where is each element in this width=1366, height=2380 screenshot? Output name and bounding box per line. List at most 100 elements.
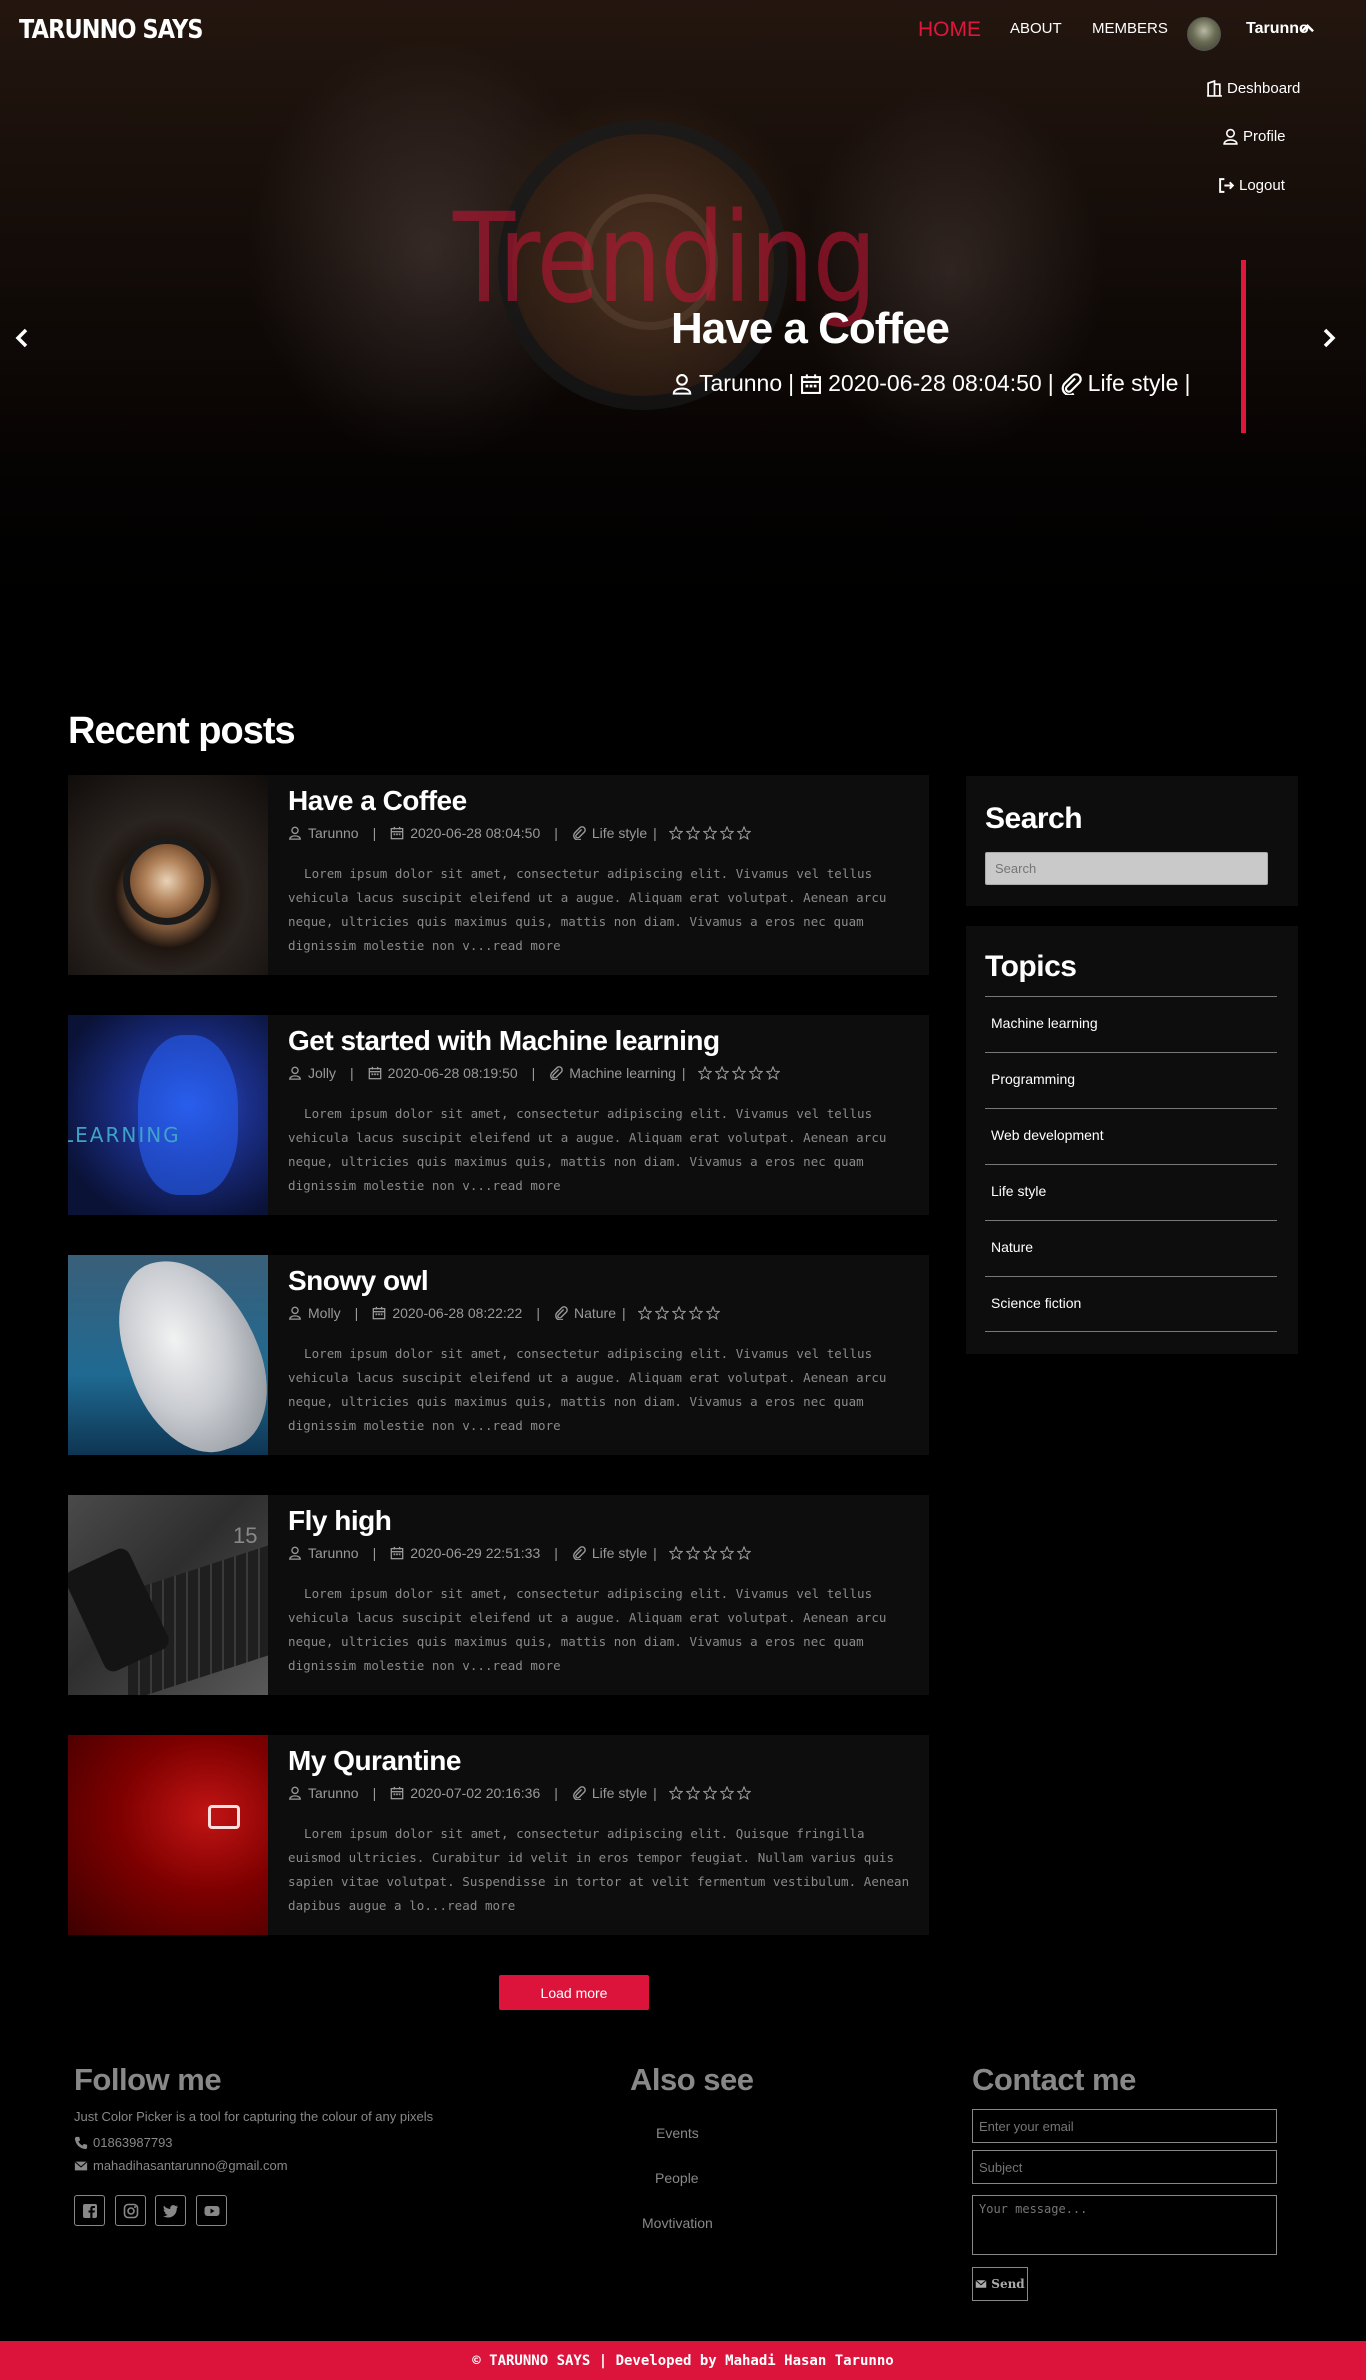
contact-message-field[interactable] [972, 2195, 1277, 2255]
post-title[interactable]: Snowy owl [288, 1265, 429, 1297]
post-date: 2020-07-02 20:16:36 [410, 1785, 541, 1801]
hero-title[interactable]: Have a Coffee [671, 304, 950, 354]
post-author: Molly [308, 1305, 341, 1321]
post-author: Tarunno [308, 825, 359, 841]
post-card[interactable]: My Qurantine Tarunno | 2020-07-02 20:16:36 |… [68, 1735, 929, 1935]
star-icon [685, 1786, 700, 1800]
post-title[interactable]: Have a Coffee [288, 785, 467, 817]
post-excerpt: Lorem ipsum dolor sit amet, consectetur … [288, 1346, 887, 1433]
post-meta: Tarunno | 2020-06-29 22:51:33 | Life style | [288, 1545, 751, 1561]
thumb-label: 15 [233, 1523, 258, 1548]
dropdown-profile[interactable]: Profile [1222, 128, 1286, 145]
post-rating[interactable] [637, 1306, 720, 1320]
star-icon [702, 1786, 717, 1800]
star-icon [668, 1786, 683, 1800]
topic-item[interactable]: Science fiction [985, 1276, 1277, 1332]
star-icon [688, 1306, 703, 1320]
paperclip-icon [572, 826, 586, 840]
meta-separator: | [531, 1065, 536, 1081]
dropdown-logout[interactable]: Logout [1218, 177, 1285, 194]
facebook-link[interactable] [74, 2195, 105, 2226]
post-thumbnail[interactable]: LEARNING [68, 1015, 268, 1215]
post-meta: Molly | 2020-06-28 08:22:22 | Nature | [288, 1305, 720, 1321]
calendar-icon [390, 826, 404, 840]
twitter-icon [162, 2204, 178, 2217]
also-link-motivation[interactable]: Movtivation [642, 2215, 713, 2231]
dashboard-icon [1207, 80, 1222, 97]
brand-logo[interactable]: TARUNNO SAYS [19, 15, 204, 45]
also-link-people[interactable]: People [655, 2170, 699, 2186]
post-card[interactable]: Snowy owl Molly | 2020-06-28 08:22:22 | Natur… [68, 1255, 929, 1455]
star-icon [736, 826, 751, 840]
search-input[interactable] [985, 852, 1268, 885]
topic-item[interactable]: Nature [985, 1220, 1277, 1276]
post-title[interactable]: Fly high [288, 1505, 392, 1537]
star-icon [714, 1066, 729, 1080]
topic-item[interactable]: Life style [985, 1164, 1277, 1220]
contact-subject-field[interactable] [972, 2150, 1277, 2184]
email-address: mahadihasantarunno@gmail.com [93, 2158, 288, 2173]
youtube-icon [204, 2205, 219, 2216]
hero-author: Tarunno [699, 370, 783, 396]
meta-separator: | [621, 1305, 626, 1321]
topic-item[interactable]: Programming [985, 1052, 1277, 1108]
post-card[interactable]: LEARNING Get started with Machine learnin… [68, 1015, 929, 1215]
meta-separator: | [554, 1545, 558, 1561]
post-title[interactable]: My Qurantine [288, 1745, 461, 1777]
star-icon [668, 826, 683, 840]
load-more-button[interactable]: Load more [499, 1975, 649, 2010]
post-thumbnail[interactable] [68, 1255, 268, 1455]
topics-title: Topics [985, 950, 1077, 983]
post-author: Tarunno [308, 1785, 359, 1801]
phone-number: 01863987793 [93, 2135, 173, 2150]
nav-about[interactable]: ABOUT [1010, 20, 1062, 37]
user-menu-toggle[interactable]: Tarunno [1246, 20, 1309, 38]
also-link-events[interactable]: Events [656, 2125, 699, 2141]
post-title[interactable]: Get started with Machine learning [288, 1025, 720, 1057]
paperclip-icon [572, 1786, 586, 1800]
calendar-icon [372, 1306, 386, 1320]
post-thumbnail[interactable] [68, 1735, 268, 1935]
send-button[interactable]: Send [972, 2267, 1028, 2301]
post-card[interactable]: Have a Coffee Tarunno | 2020-06-28 08:04:50… [68, 775, 929, 975]
contact-email-field[interactable] [972, 2109, 1277, 2143]
facebook-icon [82, 2203, 97, 2218]
post-rating[interactable] [668, 1546, 751, 1560]
post-rating[interactable] [668, 1786, 751, 1800]
topic-item[interactable]: Machine learning [985, 996, 1277, 1052]
avatar[interactable] [1187, 17, 1221, 51]
user-icon [289, 1546, 301, 1560]
post-thumbnail[interactable] [68, 775, 268, 975]
star-icon [671, 1306, 686, 1320]
post-rating[interactable] [668, 826, 751, 840]
hero-separator: | [1047, 370, 1054, 396]
phone-row: 01863987793 [74, 2135, 173, 2150]
post-category: Machine learning [569, 1065, 676, 1081]
post-category: Life style [591, 1545, 648, 1561]
topic-item[interactable]: Web development [985, 1108, 1277, 1164]
meta-separator: | [653, 825, 657, 841]
meta-separator: | [354, 1305, 359, 1321]
post-thumbnail[interactable]: 15 [68, 1495, 268, 1695]
youtube-link[interactable] [196, 2195, 227, 2226]
post-rating[interactable] [697, 1066, 780, 1080]
star-icon [748, 1066, 763, 1080]
nav-home[interactable]: HOME [918, 18, 981, 42]
chevron-up-icon[interactable] [1301, 22, 1314, 35]
post-meta: Tarunno | 2020-06-28 08:04:50 | Life style | [288, 825, 751, 841]
user-icon [289, 826, 301, 840]
envelope-icon [74, 2160, 88, 2170]
star-icon [702, 1546, 717, 1560]
copyright-bar: © TARUNNO SAYS | Developed by Mahadi Has… [0, 2341, 1366, 2380]
twitter-link[interactable] [155, 2195, 186, 2226]
search-title: Search [985, 802, 1083, 835]
post-card[interactable]: 15 Fly high Tarunno | 2020-06-29 22:51:33 | Li… [68, 1495, 929, 1695]
instagram-link[interactable] [115, 2195, 146, 2226]
dropdown-logout-label: Logout [1239, 177, 1285, 194]
chevron-right-icon[interactable] [1321, 327, 1337, 349]
chevron-left-icon[interactable] [14, 327, 30, 349]
dropdown-dashboard[interactable]: Deshboard [1206, 80, 1300, 97]
nav-members[interactable]: MEMBERS [1092, 20, 1168, 37]
hero-separator: | [1184, 370, 1191, 396]
post-excerpt: Lorem ipsum dolor sit amet, consectetur … [288, 1106, 887, 1193]
